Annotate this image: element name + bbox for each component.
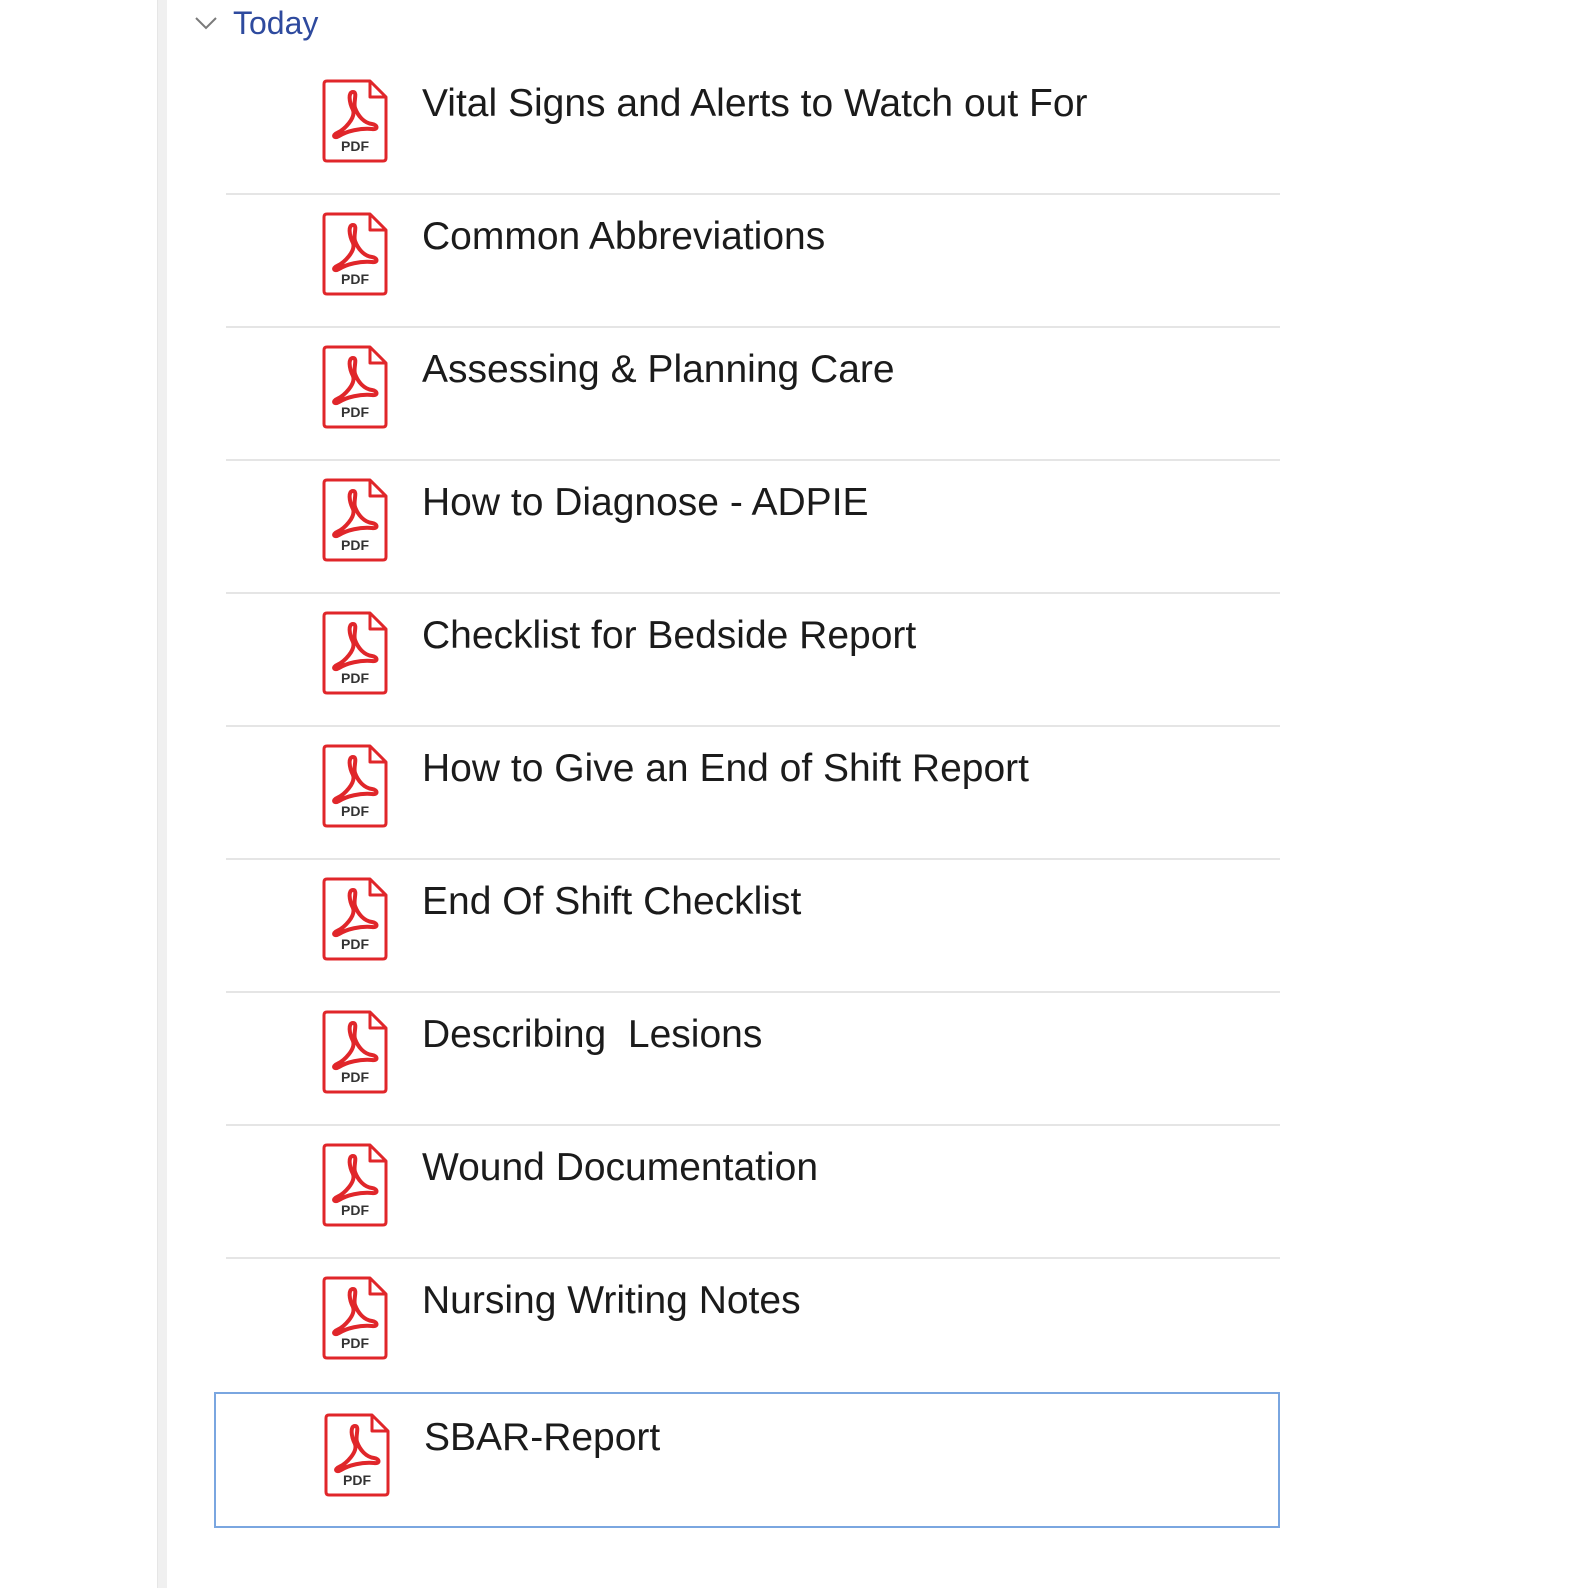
file-row[interactable]: PDF Common Abbreviations bbox=[226, 195, 1280, 328]
pdf-icon-label: PDF bbox=[341, 1335, 369, 1351]
pdf-icon-label: PDF bbox=[341, 670, 369, 686]
group-header-today[interactable]: Today bbox=[193, 0, 318, 46]
file-name: End Of Shift Checklist bbox=[422, 880, 802, 923]
file-row[interactable]: PDF Describing Lesions bbox=[226, 993, 1280, 1126]
file-name: Nursing Writing Notes bbox=[422, 1279, 801, 1322]
file-row[interactable]: PDF Wound Documentation bbox=[226, 1126, 1280, 1259]
pdf-file-icon: PDF bbox=[322, 79, 388, 163]
file-list-pane: Today PDF Vital Signs and Alerts to Watc… bbox=[167, 0, 1588, 1588]
file-row[interactable]: PDF How to Diagnose - ADPIE bbox=[226, 461, 1280, 594]
file-name: Describing Lesions bbox=[422, 1013, 763, 1056]
file-name: How to Diagnose - ADPIE bbox=[422, 481, 869, 524]
file-row[interactable]: PDF Nursing Writing Notes bbox=[226, 1259, 1280, 1392]
pdf-file-icon: PDF bbox=[322, 744, 388, 828]
file-row-selected[interactable]: PDF SBAR-Report bbox=[214, 1392, 1280, 1528]
chevron-down-icon[interactable] bbox=[193, 13, 219, 33]
navigation-pane bbox=[0, 0, 157, 1588]
pdf-file-icon: PDF bbox=[322, 345, 388, 429]
pdf-file-icon: PDF bbox=[322, 877, 388, 961]
group-title: Today bbox=[233, 5, 319, 41]
pdf-icon-label: PDF bbox=[341, 1069, 369, 1085]
pdf-file-icon: PDF bbox=[322, 1276, 388, 1360]
pdf-icon-label: PDF bbox=[341, 537, 369, 553]
file-row[interactable]: PDF End Of Shift Checklist bbox=[226, 860, 1280, 993]
pdf-file-icon: PDF bbox=[322, 478, 388, 562]
file-row[interactable]: PDF Checklist for Bedside Report bbox=[226, 594, 1280, 727]
pdf-icon-label: PDF bbox=[341, 138, 369, 154]
file-row[interactable]: PDF How to Give an End of Shift Report bbox=[226, 727, 1280, 860]
pdf-file-icon: PDF bbox=[324, 1413, 390, 1497]
file-row[interactable]: PDF Assessing & Planning Care bbox=[226, 328, 1280, 461]
file-name: Vital Signs and Alerts to Watch out For bbox=[422, 82, 1088, 125]
file-list: PDF Vital Signs and Alerts to Watch out … bbox=[214, 62, 1280, 1528]
pdf-icon-label: PDF bbox=[341, 404, 369, 420]
pane-splitter[interactable] bbox=[157, 0, 167, 1588]
file-name: Wound Documentation bbox=[422, 1146, 819, 1189]
file-name: Common Abbreviations bbox=[422, 215, 826, 258]
pdf-file-icon: PDF bbox=[322, 1010, 388, 1094]
pdf-icon-label: PDF bbox=[341, 271, 369, 287]
pdf-icon-label: PDF bbox=[341, 803, 369, 819]
pdf-icon-label: PDF bbox=[343, 1472, 371, 1488]
pdf-icon-label: PDF bbox=[341, 1202, 369, 1218]
file-name: Assessing & Planning Care bbox=[422, 348, 895, 391]
pdf-file-icon: PDF bbox=[322, 611, 388, 695]
pdf-file-icon: PDF bbox=[322, 212, 388, 296]
pdf-file-icon: PDF bbox=[322, 1143, 388, 1227]
file-name: Checklist for Bedside Report bbox=[422, 614, 917, 657]
file-row[interactable]: PDF Vital Signs and Alerts to Watch out … bbox=[226, 62, 1280, 195]
file-name: SBAR-Report bbox=[424, 1416, 661, 1459]
pdf-icon-label: PDF bbox=[341, 936, 369, 952]
file-name: How to Give an End of Shift Report bbox=[422, 747, 1029, 790]
